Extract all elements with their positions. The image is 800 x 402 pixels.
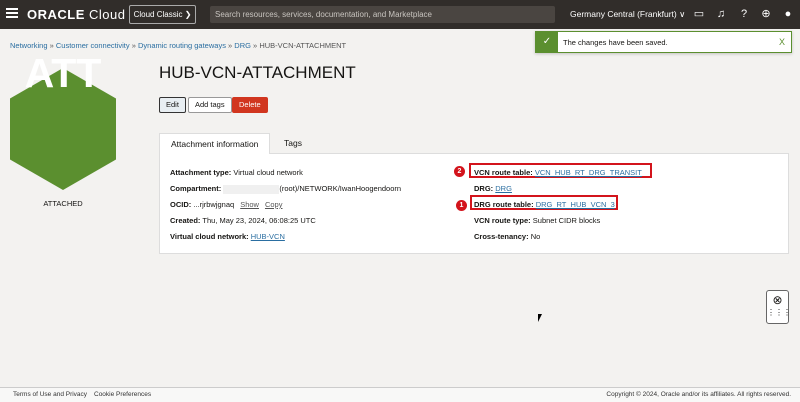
oracle-cloud-logo[interactable]: ORACLE Cloud [27,7,125,22]
tab-tags[interactable]: Tags [273,133,313,154]
redacted-block [223,184,280,194]
detail-compartment: Compartment: (root)/NETWORK/IwanHoogendo… [170,184,402,194]
status-label: ATTACHED [43,199,83,208]
cloud-classic-button[interactable]: Cloud Classic ❯ [129,5,196,24]
page-title: HUB-VCN-ATTACHMENT [159,63,356,82]
bell-icon[interactable]: ♫ [714,7,728,21]
detail-drg-route-table: DRG route table: DRG_RT_HUB_VCN_3 [474,200,615,209]
footer: Terms of Use and Privacy Cookie Preferen… [0,387,800,402]
search-input[interactable]: Search resources, services, documentatio… [210,6,555,23]
detail-cross-tenancy: Cross-tenancy: No [474,232,541,241]
ocid-show-link[interactable]: Show [240,200,259,209]
vcn-route-table-link[interactable]: VCN_HUB_RT_DRG_TRANSIT [535,168,642,177]
breadcrumb-networking[interactable]: Networking [10,41,48,50]
code-editor-icon[interactable]: ▭ [692,7,706,21]
mouse-cursor-icon [538,314,542,322]
detail-vcn-route-table: VCN route table: VCN_HUB_RT_DRG_TRANSIT [474,168,642,177]
profile-avatar-icon[interactable]: ● [781,7,795,21]
help-lifebuoy-icon[interactable]: ⊗ ⋮⋮⋮ [766,290,791,324]
top-header: ORACLE Cloud Cloud Classic ❯ Search reso… [0,0,800,29]
marker-2: 2 [454,166,465,177]
tab-attachment-information[interactable]: Attachment information [159,133,271,154]
detail-created: Created: Thu, May 23, 2024, 06:08:25 UTC [170,216,316,225]
detail-drg: DRG: DRG [474,184,512,193]
breadcrumb-drg[interactable]: DRG [234,41,251,50]
vcn-link[interactable]: HUB-VCN [251,232,285,241]
help-icon[interactable]: ? [737,7,751,21]
cookie-preferences-link[interactable]: Cookie Preferences [94,388,151,402]
globe-icon[interactable]: ⊕ [759,7,773,21]
copyright: Copyright © 2024, Oracle and/or its affi… [606,391,791,398]
breadcrumb-customer-connectivity[interactable]: Customer connectivity [56,41,130,50]
check-icon: ✓ [536,32,558,52]
hamburger-menu-icon[interactable] [6,8,18,18]
drg-link[interactable]: DRG [495,184,512,193]
toast-message: The changes have been saved. [563,38,668,47]
success-toast: ✓ The changes have been saved. X [535,31,792,53]
grid-dots-icon: ⋮⋮⋮ [767,308,791,317]
edit-button[interactable]: Edit [159,97,186,113]
region-selector[interactable]: Germany Central (Frankfurt) ∨ [570,9,685,20]
ocid-copy-link[interactable]: Copy [265,200,283,209]
terms-link[interactable]: Terms of Use and Privacy [13,388,87,402]
detail-ocid: OCID: ...rjrbwjgnaq Show Copy [170,200,283,209]
add-tags-button[interactable]: Add tags [188,97,232,113]
delete-button[interactable]: Delete [232,97,268,113]
detail-attachment-type: Attachment type: Virtual cloud network [170,168,303,177]
close-icon[interactable]: X [779,37,785,47]
marker-1: 1 [456,200,467,211]
detail-vcn: Virtual cloud network: HUB-VCN [170,232,285,241]
detail-vcn-route-type: VCN route type: Subnet CIDR blocks [474,216,601,225]
breadcrumb-drgs[interactable]: Dynamic routing gateways [138,41,226,50]
breadcrumb-current: HUB-VCN-ATTACHMENT [259,41,347,50]
breadcrumb: Networking » Customer connectivity » Dyn… [10,41,347,50]
drg-route-table-link[interactable]: DRG_RT_HUB_VCN_3 [536,200,615,209]
resource-icon-text: ATT [24,50,102,96]
